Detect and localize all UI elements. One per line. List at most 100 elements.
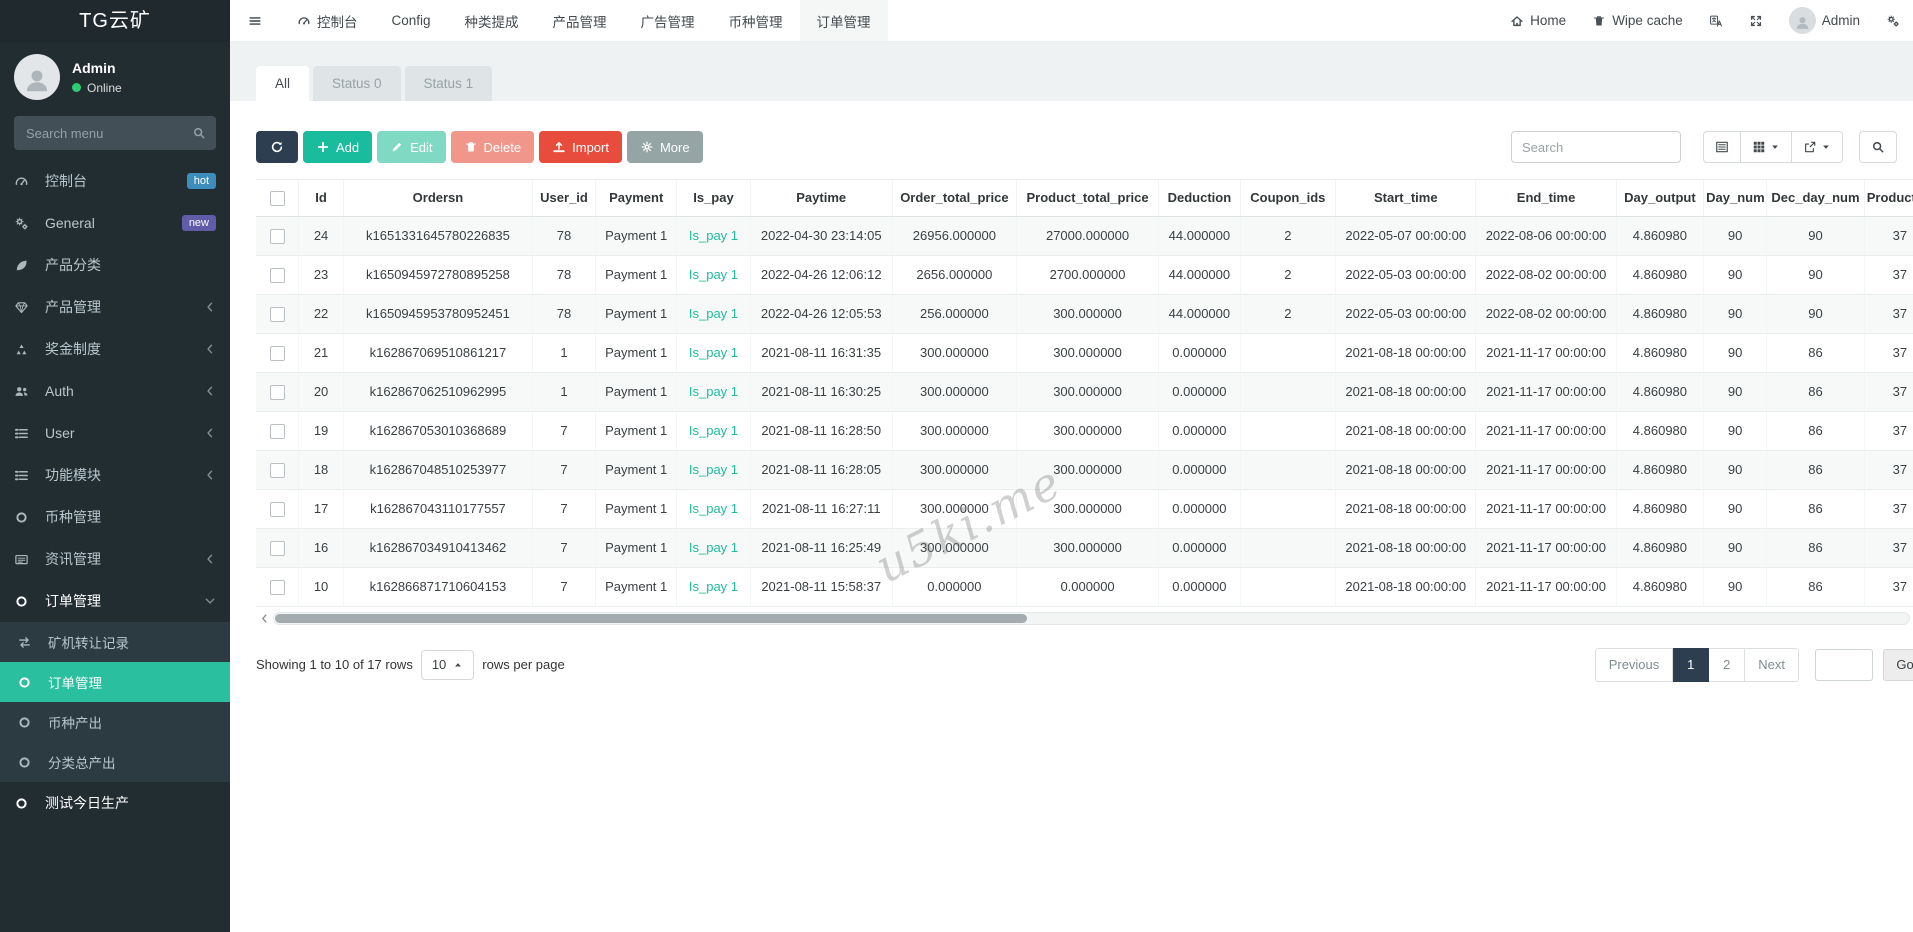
- sidebar-item[interactable]: 产品分类: [0, 244, 230, 286]
- fullscreen-button[interactable]: [1736, 14, 1776, 28]
- admin-menu[interactable]: Admin: [1776, 7, 1873, 34]
- import-button[interactable]: Import: [539, 131, 622, 163]
- tab-status-0[interactable]: Status 0: [313, 66, 401, 101]
- column-header[interactable]: User_id: [533, 180, 596, 216]
- table-cell: 0.000000: [1159, 450, 1240, 489]
- sidebar-item[interactable]: 订单管理: [0, 580, 230, 622]
- column-header[interactable]: Day_num: [1704, 180, 1767, 216]
- tab-status-1[interactable]: Status 1: [405, 66, 493, 101]
- more-button[interactable]: More: [627, 131, 703, 163]
- navbar-tab[interactable]: Config: [375, 0, 448, 41]
- sidebar-item[interactable]: User: [0, 412, 230, 454]
- column-header[interactable]: End_time: [1476, 180, 1616, 216]
- row-checkbox[interactable]: [270, 307, 285, 322]
- settings-button[interactable]: [1873, 14, 1913, 28]
- table-cell: 7: [533, 411, 596, 450]
- refresh-button[interactable]: [256, 131, 298, 163]
- sidebar-subitem[interactable]: 订单管理: [0, 662, 230, 702]
- is-pay-link[interactable]: Is_pay 1: [689, 423, 738, 438]
- table-cell: 2022-08-02 00:00:00: [1476, 294, 1616, 333]
- is-pay-link[interactable]: Is_pay 1: [689, 540, 738, 555]
- column-header[interactable]: Start_time: [1336, 180, 1476, 216]
- sidebar-item[interactable]: 功能模块: [0, 454, 230, 496]
- table-cell: Payment 1: [596, 333, 677, 372]
- column-header[interactable]: Product_id: [1864, 180, 1913, 216]
- page-size-dropdown[interactable]: 10: [421, 650, 474, 680]
- navbar-tab[interactable]: 币种管理: [712, 0, 800, 41]
- navbar-tab[interactable]: 种类提成: [448, 0, 536, 41]
- row-checkbox[interactable]: [270, 463, 285, 478]
- column-header[interactable]: Is_pay: [677, 180, 750, 216]
- column-header[interactable]: Id: [299, 180, 344, 216]
- goto-page-input[interactable]: [1815, 649, 1873, 681]
- sidebar-item[interactable]: Auth: [0, 370, 230, 412]
- select-all-checkbox[interactable]: [270, 191, 285, 206]
- sidebar-item[interactable]: 奖金制度: [0, 328, 230, 370]
- table-row: 17k1628670431101775577Payment 1Is_pay 12…: [256, 489, 1913, 528]
- columns-button[interactable]: [1741, 131, 1792, 163]
- detail-view-button[interactable]: [1703, 131, 1741, 163]
- is-pay-link[interactable]: Is_pay 1: [689, 579, 738, 594]
- sidebar-search-input[interactable]: [14, 116, 216, 150]
- tab-all[interactable]: All: [256, 66, 309, 101]
- column-header[interactable]: Payment: [596, 180, 677, 216]
- row-checkbox[interactable]: [270, 424, 285, 439]
- wipe-cache-button[interactable]: Wipe cache: [1579, 13, 1696, 28]
- row-checkbox[interactable]: [270, 580, 285, 595]
- column-header[interactable]: Order_total_price: [892, 180, 1016, 216]
- page-next[interactable]: Next: [1745, 648, 1799, 682]
- sidebar-subitem[interactable]: 矿机转让记录: [0, 622, 230, 662]
- sidebar-item[interactable]: 产品管理: [0, 286, 230, 328]
- column-header[interactable]: Ordersn: [343, 180, 532, 216]
- sidebar-item[interactable]: 控制台hot: [0, 160, 230, 202]
- scrollbar-track[interactable]: [273, 612, 1910, 625]
- row-checkbox[interactable]: [270, 385, 285, 400]
- sidebar-item[interactable]: Generalnew: [0, 202, 230, 244]
- column-header[interactable]: Dec_day_num: [1767, 180, 1865, 216]
- search-toggle-button[interactable]: [1859, 131, 1897, 163]
- navbar-tab[interactable]: 控制台: [280, 0, 375, 41]
- edit-button[interactable]: Edit: [377, 131, 445, 163]
- table-search-input[interactable]: [1511, 131, 1681, 163]
- row-checkbox[interactable]: [270, 268, 285, 283]
- column-header[interactable]: Paytime: [750, 180, 892, 216]
- export-button[interactable]: [1792, 131, 1843, 163]
- sidebar-subitem[interactable]: 币种产出: [0, 702, 230, 742]
- is-pay-link[interactable]: Is_pay 1: [689, 501, 738, 516]
- row-checkbox[interactable]: [270, 346, 285, 361]
- page-previous[interactable]: Previous: [1595, 648, 1674, 682]
- navbar-tab[interactable]: 订单管理: [800, 0, 888, 41]
- home-button[interactable]: Home: [1497, 13, 1579, 28]
- table-cell: [1240, 567, 1336, 606]
- sidebar-subitem[interactable]: 分类总产出: [0, 742, 230, 782]
- column-header[interactable]: Day_output: [1616, 180, 1703, 216]
- page-2[interactable]: 2: [1709, 648, 1745, 682]
- page-1[interactable]: 1: [1673, 648, 1709, 682]
- hamburger-icon[interactable]: [230, 0, 280, 41]
- sidebar-item[interactable]: 币种管理: [0, 496, 230, 538]
- navbar-tab[interactable]: 产品管理: [536, 0, 624, 41]
- delete-button[interactable]: Delete: [451, 131, 535, 163]
- add-button[interactable]: Add: [303, 131, 372, 163]
- is-pay-link[interactable]: Is_pay 1: [689, 462, 738, 477]
- column-header[interactable]: Product_total_price: [1016, 180, 1158, 216]
- is-pay-link[interactable]: Is_pay 1: [689, 345, 738, 360]
- row-checkbox[interactable]: [270, 502, 285, 517]
- sidebar-badge: new: [182, 215, 216, 231]
- is-pay-link[interactable]: Is_pay 1: [689, 228, 738, 243]
- is-pay-link[interactable]: Is_pay 1: [689, 384, 738, 399]
- is-pay-link[interactable]: Is_pay 1: [689, 306, 738, 321]
- row-checkbox[interactable]: [270, 229, 285, 244]
- translate-button[interactable]: [1696, 14, 1736, 28]
- row-checkbox[interactable]: [270, 541, 285, 556]
- column-header[interactable]: Deduction: [1159, 180, 1240, 216]
- scrollbar-thumb[interactable]: [275, 614, 1027, 623]
- sidebar-item[interactable]: 测试今日生产: [0, 782, 230, 824]
- table-cell: 86: [1767, 567, 1865, 606]
- go-button[interactable]: Go: [1883, 649, 1913, 681]
- is-pay-link[interactable]: Is_pay 1: [689, 267, 738, 282]
- scroll-left-arrow[interactable]: [256, 613, 273, 624]
- column-header[interactable]: Coupon_ids: [1240, 180, 1336, 216]
- navbar-tab[interactable]: 广告管理: [624, 0, 712, 41]
- sidebar-item[interactable]: 资讯管理: [0, 538, 230, 580]
